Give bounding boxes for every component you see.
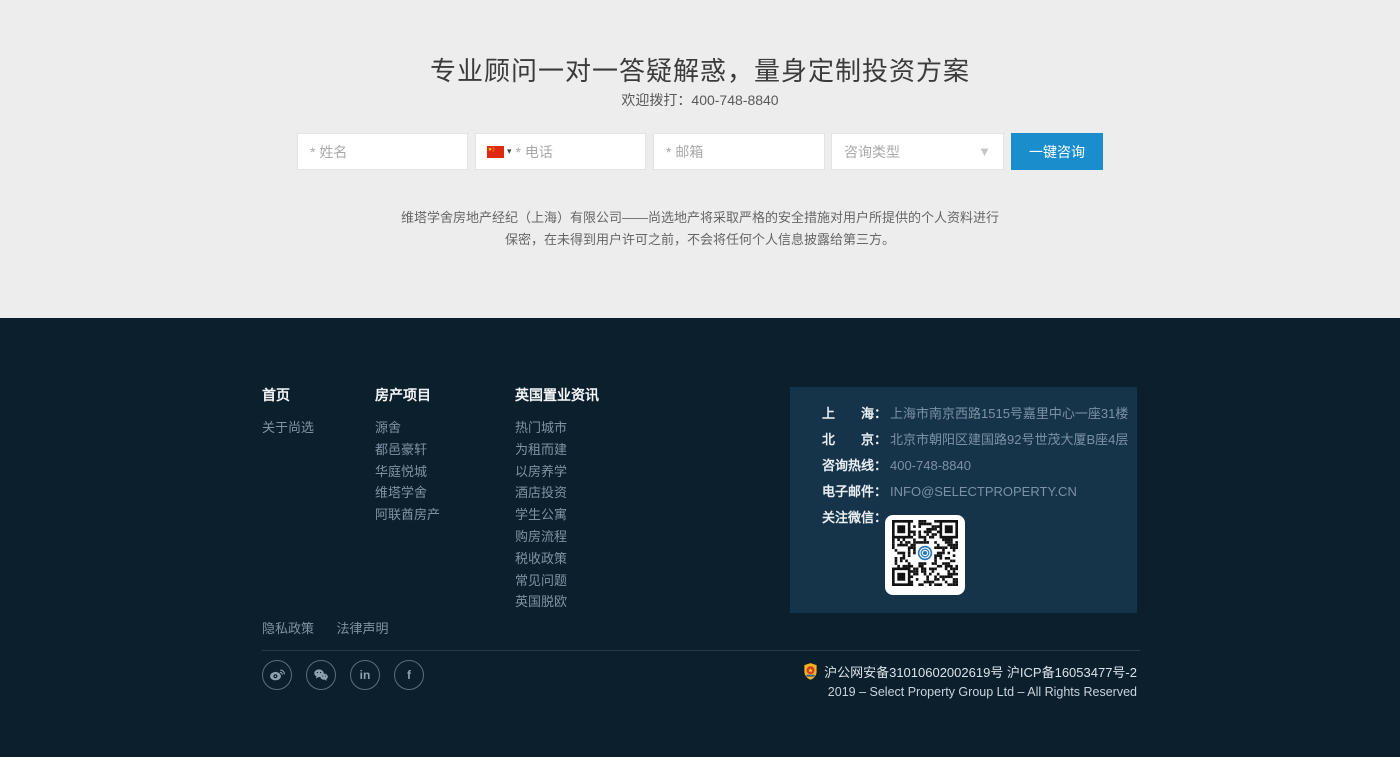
privacy-line-1: 维塔学舍房地产经纪（上海）有限公司——尚选地产将采取严格的安全措施对用户所提供的… [401, 210, 999, 225]
police-badge-icon [803, 663, 818, 680]
footer-link-news[interactable]: 税收政策 [515, 548, 599, 570]
contact-row-wechat: 关注微信： [822, 511, 1137, 525]
name-input[interactable] [297, 133, 468, 170]
contact-label: 上 海： [822, 407, 887, 421]
privacy-note: 维塔学舍房地产经纪（上海）有限公司——尚选地产将采取严格的安全措施对用户所提供的… [0, 207, 1400, 251]
inquiry-type-value: 咨询类型 [844, 142, 900, 162]
copyright-text: 2019 – Select Property Group Ltd – All R… [803, 685, 1137, 699]
cta-subtitle: 欢迎拨打：400-748-8840 [0, 90, 1400, 110]
facebook-icon[interactable]: f [394, 660, 424, 690]
linkedin-icon[interactable]: in [350, 660, 380, 690]
qr-pattern [892, 520, 958, 591]
footer-link-news[interactable]: 热门城市 [515, 417, 599, 439]
footer-link-news[interactable]: 为租而建 [515, 439, 599, 461]
social-links: in f [262, 660, 424, 690]
contact-row-hotline: 咨询热线： 400-748-8840 [822, 459, 1137, 473]
legal-notice-link[interactable]: 法律声明 [336, 621, 388, 636]
footer: 首页 关于尚选 房产项目 源舍 都邑豪轩 华庭悦城 维塔学舍 阿联酋房产 英国置… [0, 318, 1400, 757]
footer-link-project[interactable]: 华庭悦城 [375, 461, 440, 483]
footer-link-about[interactable]: 关于尚选 [262, 417, 314, 439]
footer-link-news[interactable]: 常见问题 [515, 570, 599, 592]
footer-link-news[interactable]: 酒店投资 [515, 482, 599, 504]
submit-button[interactable]: 一键咨询 [1011, 133, 1103, 170]
privacy-line-2: 保密，在未得到用户许可之前，不会将任何个人信息披露给第三方。 [505, 232, 895, 247]
country-caret-icon: ▾ [507, 146, 512, 157]
contact-label: 咨询热线： [822, 459, 887, 473]
footer-link-news[interactable]: 购房流程 [515, 526, 599, 548]
bottom-strip [0, 757, 1400, 779]
footer-heading-home: 首页 [262, 385, 314, 405]
select-caret-icon: ▼ [978, 145, 991, 158]
wechat-icon[interactable] [306, 660, 336, 690]
phone-input[interactable] [514, 143, 639, 161]
footer-column-home: 首页 关于尚选 [262, 385, 314, 439]
contact-label: 北 京： [822, 433, 887, 447]
privacy-policy-link[interactable]: 隐私政策 [262, 621, 314, 636]
contact-value: 北京市朝阳区建国路92号世茂大厦B座4层 [890, 433, 1128, 447]
footer-heading-news: 英国置业资讯 [515, 385, 599, 405]
footer-link-news[interactable]: 学生公寓 [515, 504, 599, 526]
cta-section: 专业顾问一对一答疑解惑，量身定制投资方案 欢迎拨打：400-748-8840 ▾ [0, 0, 1400, 318]
contact-value: INFO@SELECTPROPERTY.CN [890, 485, 1077, 499]
contact-row-shanghai: 上 海： 上海市南京西路1515号嘉里中心一座31楼 [822, 407, 1137, 421]
china-flag-icon[interactable] [487, 146, 504, 158]
inquiry-type-select[interactable]: 咨询类型 ▼ [831, 133, 1004, 170]
email-input[interactable] [653, 133, 825, 170]
footer-column-projects: 房产项目 源舍 都邑豪轩 华庭悦城 维塔学舍 阿联酋房产 [375, 385, 440, 526]
footer-link-news[interactable]: 英国脱欧 [515, 591, 599, 613]
beian-text[interactable]: 沪公网安备31010602002619号 沪ICP备16053477号-2 [824, 662, 1137, 681]
contact-info-box: 上 海： 上海市南京西路1515号嘉里中心一座31楼 北 京： 北京市朝阳区建国… [790, 387, 1137, 613]
beian-line[interactable]: 沪公网安备31010602002619号 沪ICP备16053477号-2 [803, 662, 1137, 681]
footer-divider [262, 650, 1140, 651]
footer-link-news[interactable]: 以房养学 [515, 461, 599, 483]
legal-links: 隐私政策 法律声明 [262, 618, 406, 638]
page: 专业顾问一对一答疑解惑，量身定制投资方案 欢迎拨打：400-748-8840 ▾ [0, 0, 1400, 779]
contact-value: 上海市南京西路1515号嘉里中心一座31楼 [890, 407, 1128, 421]
footer-heading-projects: 房产项目 [375, 385, 440, 405]
footer-link-project[interactable]: 都邑豪轩 [375, 439, 440, 461]
contact-label: 关注微信： [822, 511, 887, 525]
legal-registration: 沪公网安备31010602002619号 沪ICP备16053477号-2 20… [803, 662, 1137, 699]
footer-link-project[interactable]: 阿联酋房产 [375, 504, 440, 526]
contact-value: 400-748-8840 [890, 459, 971, 473]
contact-label: 电子邮件： [822, 485, 887, 499]
cta-title: 专业顾问一对一答疑解惑，量身定制投资方案 [0, 51, 1400, 88]
wechat-qr-code [885, 515, 965, 595]
footer-link-project[interactable]: 维塔学舍 [375, 482, 440, 504]
weibo-icon[interactable] [262, 660, 292, 690]
contact-row-email: 电子邮件： INFO@SELECTPROPERTY.CN [822, 485, 1137, 499]
footer-column-news: 英国置业资讯 热门城市 为租而建 以房养学 酒店投资 学生公寓 购房流程 税收政… [515, 385, 599, 613]
contact-row-beijing: 北 京： 北京市朝阳区建国路92号世茂大厦B座4层 [822, 433, 1137, 447]
footer-link-project[interactable]: 源舍 [375, 417, 440, 439]
phone-field[interactable]: ▾ [475, 133, 646, 170]
